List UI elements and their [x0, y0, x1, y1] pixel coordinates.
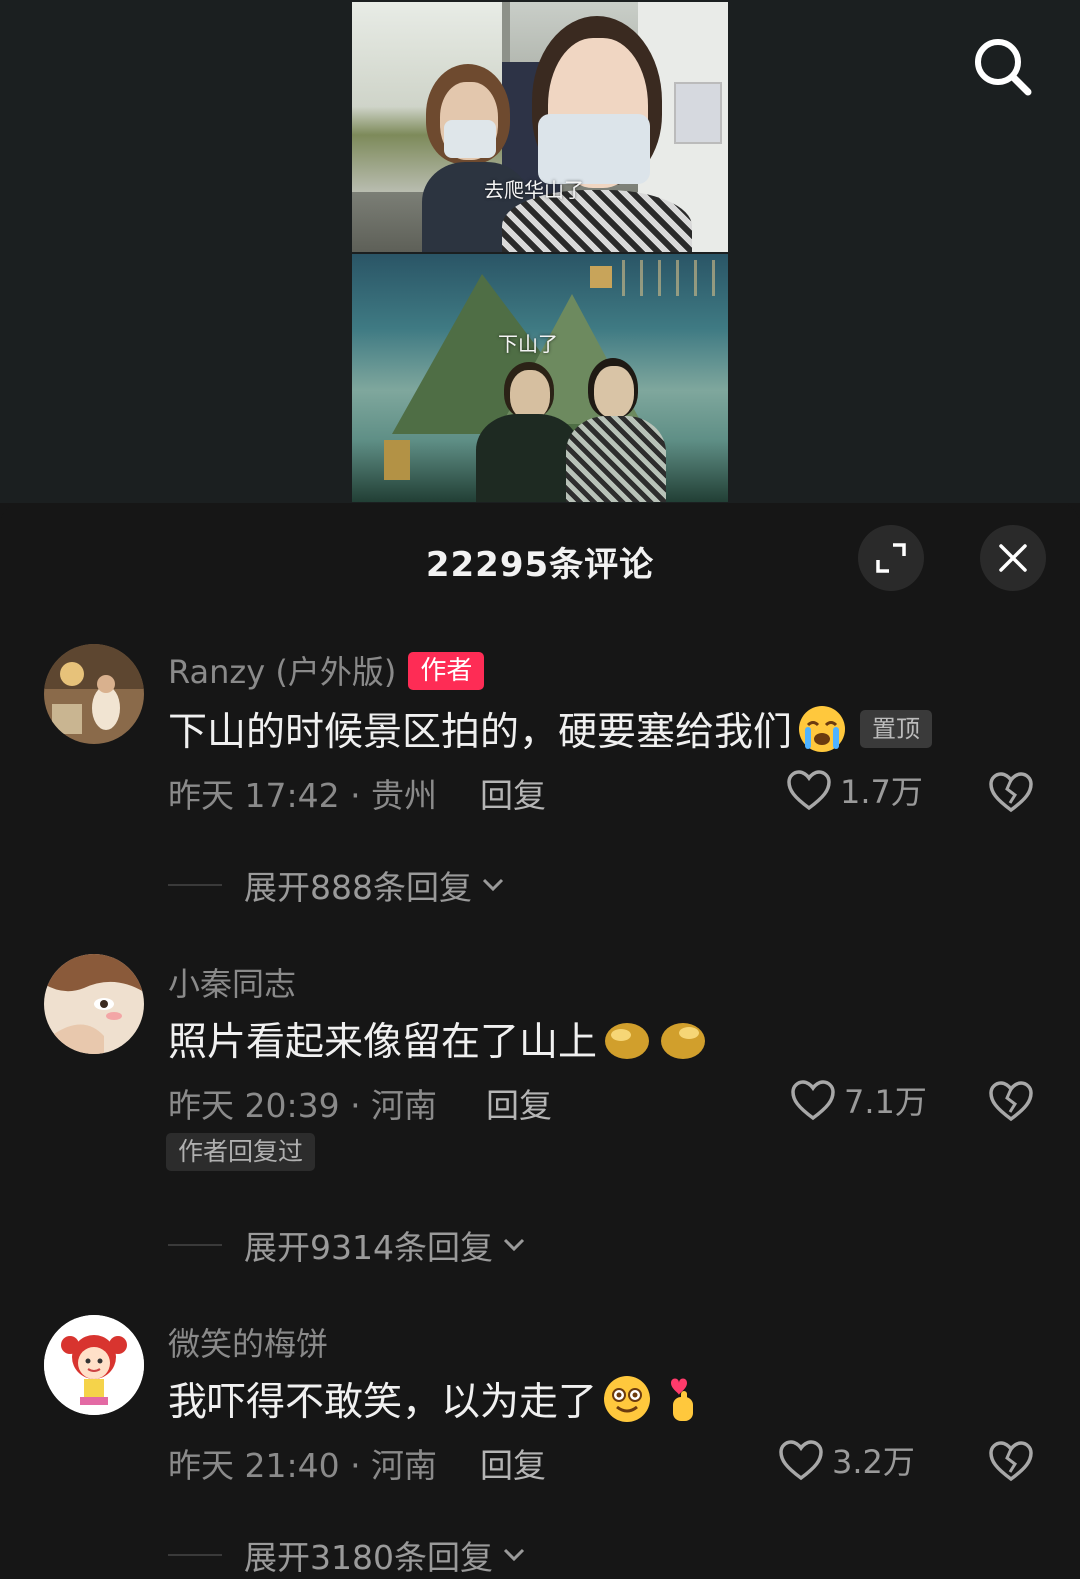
username-text[interactable]: Ranzy (户外版) [168, 653, 396, 691]
like-button[interactable]: 7.1万 [790, 1077, 927, 1123]
photo-caption-top: 去爬华山了 [484, 178, 584, 202]
like-button[interactable]: 3.2万 [778, 1437, 915, 1483]
avatar[interactable] [44, 1315, 144, 1415]
comment-text: 下山的时候景区拍的，硬要塞给我们 置顶 [168, 701, 933, 757]
avatar[interactable] [44, 644, 144, 744]
expand-panel-button[interactable] [858, 525, 924, 591]
pinned-badge: 置顶 [860, 710, 933, 748]
heart-icon [779, 1440, 823, 1481]
broken-heart-icon[interactable] [988, 769, 1034, 815]
blurred-emoji-icon [605, 1023, 650, 1059]
comment-meta: 昨天 20:39 · 河南 [168, 1086, 438, 1125]
like-button[interactable]: 1.7万 [786, 767, 923, 813]
comment-username[interactable]: 小秦同志 [168, 959, 296, 1005]
comment-text-body: 照片看起来像留在了山上 [168, 1020, 598, 1065]
comments-panel: 22295条评论 Ranzy (户外版) 作者 下山的时候景区拍的，硬要塞给我们… [0, 503, 1080, 1577]
broken-heart-icon[interactable] [988, 1078, 1034, 1124]
comment-text-body: 我吓得不敢笑，以为走了 [168, 1380, 598, 1425]
expand-replies-button[interactable]: 展开3180条回复 [168, 1531, 529, 1579]
comment-text: 照片看起来像留在了山上 [168, 1011, 709, 1067]
flushed-smile-emoji-icon [604, 1376, 651, 1422]
avatar[interactable] [44, 954, 144, 1054]
train-selfie-photo [352, 2, 728, 252]
expand-replies-label: 展开9314条回复 [244, 1228, 493, 1267]
blurred-emoji-icon [661, 1023, 706, 1059]
reply-button[interactable]: 回复 [480, 1439, 546, 1487]
comment-username[interactable]: Ranzy (户外版) 作者 [168, 647, 485, 693]
chevron-down-icon [503, 1238, 525, 1252]
comment-username[interactable]: 微笑的梅饼 [168, 1319, 328, 1365]
close-panel-button[interactable] [980, 525, 1046, 591]
author-badge: 作者 [408, 652, 485, 690]
comment-text-body: 下山的时候景区拍的，硬要塞给我们 [168, 710, 793, 755]
expand-replies-label: 展开3180条回复 [244, 1538, 493, 1577]
mountain-souvenir-photo [352, 254, 728, 502]
heart-icon [787, 770, 831, 811]
reply-button[interactable]: 回复 [486, 1079, 552, 1127]
expand-replies-label: 展开888条回复 [244, 868, 472, 907]
like-count: 1.7万 [840, 773, 923, 811]
finger-heart-emoji-icon [671, 1378, 694, 1421]
video-preview[interactable]: 去爬华山了 下山了 [0, 0, 1080, 503]
heart-icon [791, 1080, 835, 1121]
comment-text: 我吓得不敢笑，以为走了 [168, 1371, 709, 1427]
expand-icon [876, 543, 906, 573]
expand-replies-button[interactable]: 展开888条回复 [168, 861, 508, 909]
like-count: 7.1万 [844, 1083, 927, 1121]
chevron-down-icon [503, 1548, 525, 1562]
reply-button[interactable]: 回复 [480, 769, 546, 817]
comment-meta: 昨天 17:42 · 贵州 [168, 776, 438, 815]
photo-caption-bottom: 下山了 [498, 332, 558, 356]
search-button[interactable] [970, 34, 1034, 98]
author-replied-badge: 作者回复过 [166, 1133, 316, 1171]
crying-emoji-icon [799, 706, 846, 752]
comment-meta: 昨天 21:40 · 河南 [168, 1446, 438, 1485]
broken-heart-icon[interactable] [988, 1438, 1034, 1484]
close-icon [999, 544, 1027, 572]
search-icon [975, 39, 1032, 96]
chevron-down-icon [482, 878, 504, 892]
like-count: 3.2万 [832, 1443, 915, 1481]
expand-replies-button[interactable]: 展开9314条回复 [168, 1221, 529, 1269]
